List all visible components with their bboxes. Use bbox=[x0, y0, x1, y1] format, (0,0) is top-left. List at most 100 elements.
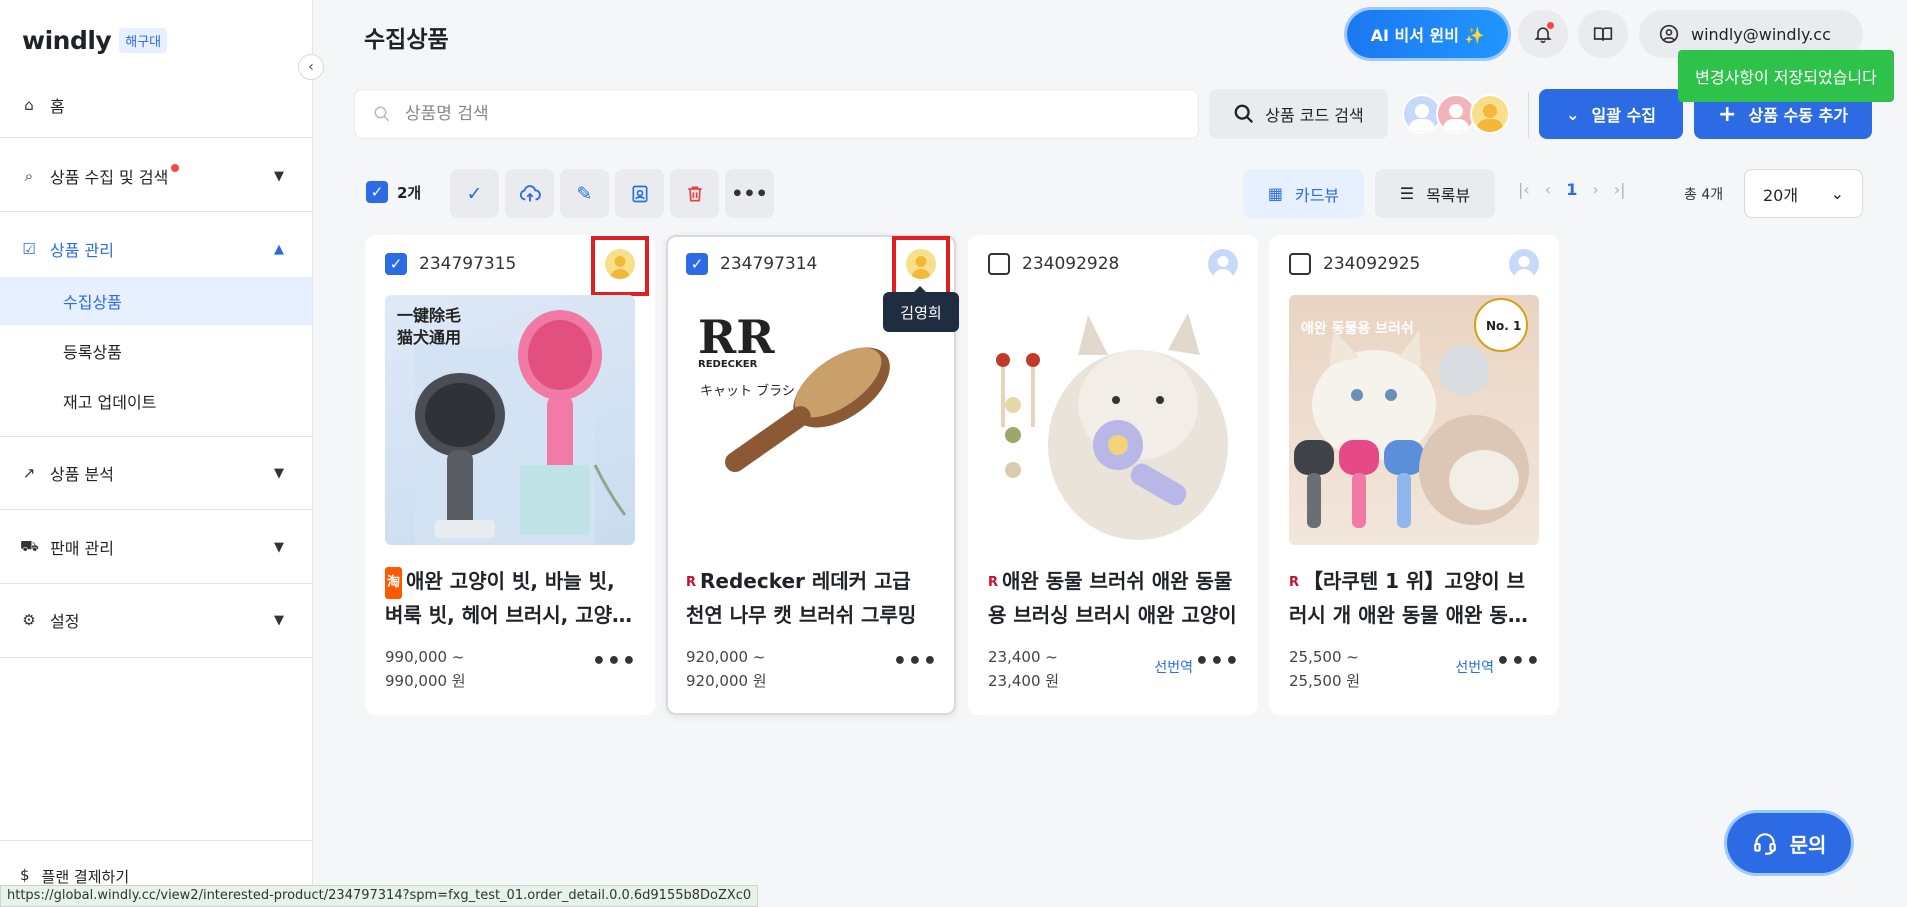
sidebar-item-settings[interactable]: ⚙ 설정 ▼ bbox=[0, 595, 312, 645]
search-icon: ⌕ bbox=[24, 167, 34, 185]
plan-label: 플랜 결제하기 bbox=[41, 868, 130, 886]
product-card[interactable]: 234092928 R 애완 동물 브러쉬 애완 동물 용 브러싱 브러시 애완 … bbox=[968, 235, 1258, 715]
card-more-button[interactable]: ••• bbox=[592, 649, 637, 674]
assign-user-button[interactable] bbox=[615, 169, 664, 218]
sidebar-item-sales[interactable]: ⛟ 판매 관리 ▼ bbox=[0, 522, 312, 572]
plan-payment-button[interactable]: $ 플랜 결제하기 bbox=[20, 866, 129, 887]
notification-button[interactable] bbox=[1518, 10, 1568, 58]
avatar-body bbox=[1477, 119, 1503, 132]
prev-page-icon[interactable]: ‹ bbox=[1545, 180, 1551, 199]
card-view-button[interactable]: ▦ 카드뷰 bbox=[1243, 169, 1364, 218]
per-page-select[interactable]: 20개 ⌄ bbox=[1744, 169, 1863, 218]
confirm-button[interactable]: ✓ bbox=[450, 169, 499, 218]
product-image[interactable]: 一键除毛 猫犬通用 bbox=[385, 295, 635, 545]
logo-row: windly 해구대 bbox=[22, 26, 168, 55]
brush-illustration: 一键除毛 猫犬通用 bbox=[397, 306, 627, 545]
card-checkbox[interactable] bbox=[988, 253, 1010, 275]
image-text: 애완 동물용 브러쉬 bbox=[1301, 321, 1414, 337]
translation-tag[interactable]: 선번역 bbox=[1154, 657, 1193, 677]
sidebar-item-collect-search[interactable]: ⌕ 상품 수집 및 검색 ▼ bbox=[0, 151, 312, 201]
current-page[interactable]: 1 bbox=[1566, 180, 1577, 199]
ai-assistant-button[interactable]: AI 비서 윈비 ✨ bbox=[1347, 10, 1508, 58]
card-view-label: 카드뷰 bbox=[1294, 185, 1340, 205]
code-search-button[interactable]: 상품 코드 검색 bbox=[1209, 89, 1388, 139]
bulk-collect-button[interactable]: ⌄ 일괄 수집 bbox=[1539, 89, 1683, 139]
select-all-checkbox[interactable]: ✓ 2개 bbox=[366, 181, 421, 203]
price-min: 23,400 ~ bbox=[988, 648, 1058, 666]
sidebar-item-label: 상품 분석 bbox=[50, 465, 114, 484]
guide-button[interactable] bbox=[1578, 10, 1628, 58]
sidebar-collapse-button[interactable]: ‹ bbox=[298, 54, 324, 80]
last-page-icon[interactable]: ›| bbox=[1614, 180, 1626, 199]
cat-brush-illustration: 애완 동물용 브러쉬 No. 1 bbox=[1294, 298, 1529, 528]
card-header: 234092928 bbox=[988, 253, 1119, 275]
edit-button[interactable]: ✎ bbox=[560, 169, 609, 218]
rakuten-icon: R bbox=[1289, 575, 1300, 590]
upload-button[interactable] bbox=[505, 169, 554, 218]
more-button[interactable]: ••• bbox=[725, 169, 774, 218]
next-page-icon[interactable]: › bbox=[1592, 180, 1598, 199]
chevron-left-icon: ‹ bbox=[308, 59, 314, 75]
sidebar-subitem-registered[interactable]: 등록상품 bbox=[0, 327, 312, 375]
translation-tag[interactable]: 선번역 bbox=[1455, 657, 1494, 677]
product-card[interactable]: 234092925 애완 동물용 브러쉬 No. 1 R 【라쿠텐 1 위】고양이… bbox=[1269, 235, 1559, 715]
sidebar-subitem-stock-update[interactable]: 재고 업데이트 bbox=[0, 377, 312, 425]
user-circle-icon bbox=[1659, 24, 1679, 44]
chevron-down-icon: ⌄ bbox=[1566, 104, 1580, 124]
assignee-avatar[interactable] bbox=[1208, 249, 1238, 279]
divider bbox=[0, 211, 312, 212]
product-title[interactable]: R【라쿠텐 1 위】고양이 브러시 개 애완 동물 애완 동물 브러시 bbox=[1289, 565, 1539, 631]
notification-dot bbox=[171, 164, 180, 172]
sidebar: windly 해구대 ⌂ 홈 ⌕ 상품 수집 및 검색 ▼ ☑ 상품 관리 ▲ … bbox=[0, 0, 313, 907]
card-more-button[interactable]: ••• bbox=[1496, 649, 1541, 674]
product-title[interactable]: R 애완 동물 브러쉬 애완 동물 용 브러싱 브러시 애완 고양이 bbox=[988, 565, 1238, 631]
more-icon: ••• bbox=[892, 649, 938, 674]
status-bar-url: https://global.windly.cc/view2/intereste… bbox=[0, 885, 759, 907]
product-title[interactable]: 淘애완 고양이 빗, 바늘 빗, 벼룩 빗, 헤어 브러시, 고양이 털 제거 bbox=[385, 565, 635, 631]
sidebar-item-home[interactable]: ⌂ 홈 bbox=[0, 80, 312, 130]
card-more-button[interactable]: ••• bbox=[893, 649, 938, 674]
cart-icon: ⛟ bbox=[20, 537, 39, 555]
card-checkbox[interactable] bbox=[1289, 253, 1311, 275]
product-card[interactable]: ✓ 234797315 一键除毛 猫犬通用 淘 애완 고양이 빗, 바늘 빗, 벼… bbox=[365, 235, 655, 715]
sidebar-item-product-mgmt[interactable]: ☑ 상품 관리 ▲ bbox=[0, 224, 312, 274]
product-card[interactable]: ✓ 234797314 김영희 RR REDECKER キャット ブラシ R Re… bbox=[666, 235, 959, 715]
image-text: 猫犬通用 bbox=[397, 328, 461, 347]
card-checkbox[interactable]: ✓ bbox=[385, 253, 407, 275]
avatar-group[interactable] bbox=[1402, 94, 1510, 134]
chevron-down-icon: ⌄ bbox=[1830, 184, 1844, 203]
card-checkbox[interactable]: ✓ bbox=[686, 253, 708, 275]
product-image[interactable]: 애완 동물용 브러쉬 No. 1 bbox=[1289, 295, 1539, 545]
cat-illustration bbox=[988, 295, 1238, 545]
more-icon: ••• bbox=[1194, 649, 1240, 674]
price-max: 25,500 원 bbox=[1289, 672, 1361, 690]
divider bbox=[0, 137, 312, 138]
delete-button[interactable] bbox=[670, 169, 719, 218]
chevron-down-icon: ▼ bbox=[274, 539, 284, 555]
avatar-head bbox=[1483, 104, 1497, 118]
product-price: 990,000 ~ 990,000 원 bbox=[385, 645, 466, 693]
card-header: ✓ 234797314 bbox=[686, 253, 817, 275]
product-image[interactable] bbox=[988, 295, 1238, 545]
assignee-avatar[interactable] bbox=[1509, 249, 1539, 279]
first-page-icon[interactable]: |‹ bbox=[1518, 180, 1530, 199]
price-min: 25,500 ~ bbox=[1289, 648, 1359, 666]
bulk-collect-label: 일괄 수집 bbox=[1591, 106, 1656, 125]
sidebar-item-label: 상품 수집 및 검색 bbox=[50, 168, 169, 187]
sidebar-item-analysis[interactable]: ↗ 상품 분석 ▼ bbox=[0, 448, 312, 498]
search-input[interactable] bbox=[405, 104, 1165, 124]
product-price: 25,500 ~ 25,500 원 bbox=[1289, 645, 1360, 693]
avatar-body bbox=[1443, 119, 1469, 132]
inquiry-chat-button[interactable]: 문의 bbox=[1727, 813, 1851, 873]
chevron-up-icon: ▲ bbox=[274, 241, 284, 257]
search-icon bbox=[374, 106, 390, 122]
product-title[interactable]: R Redecker 레데커 고급 천연 나무 캣 브러쉬 그루밍 bbox=[686, 565, 936, 631]
windly-logo[interactable]: windly bbox=[22, 26, 112, 55]
sidebar-item-label: 상품 관리 bbox=[50, 241, 114, 260]
product-code: 234092925 bbox=[1323, 254, 1421, 274]
avatar-body bbox=[1409, 119, 1435, 132]
sidebar-subitem-collected[interactable]: 수집상품 bbox=[0, 277, 312, 325]
card-more-button[interactable]: ••• bbox=[1195, 649, 1240, 674]
product-image[interactable]: RR REDECKER キャット ブラシ bbox=[686, 295, 936, 545]
list-view-button[interactable]: ☰ 목록뷰 bbox=[1375, 169, 1495, 218]
